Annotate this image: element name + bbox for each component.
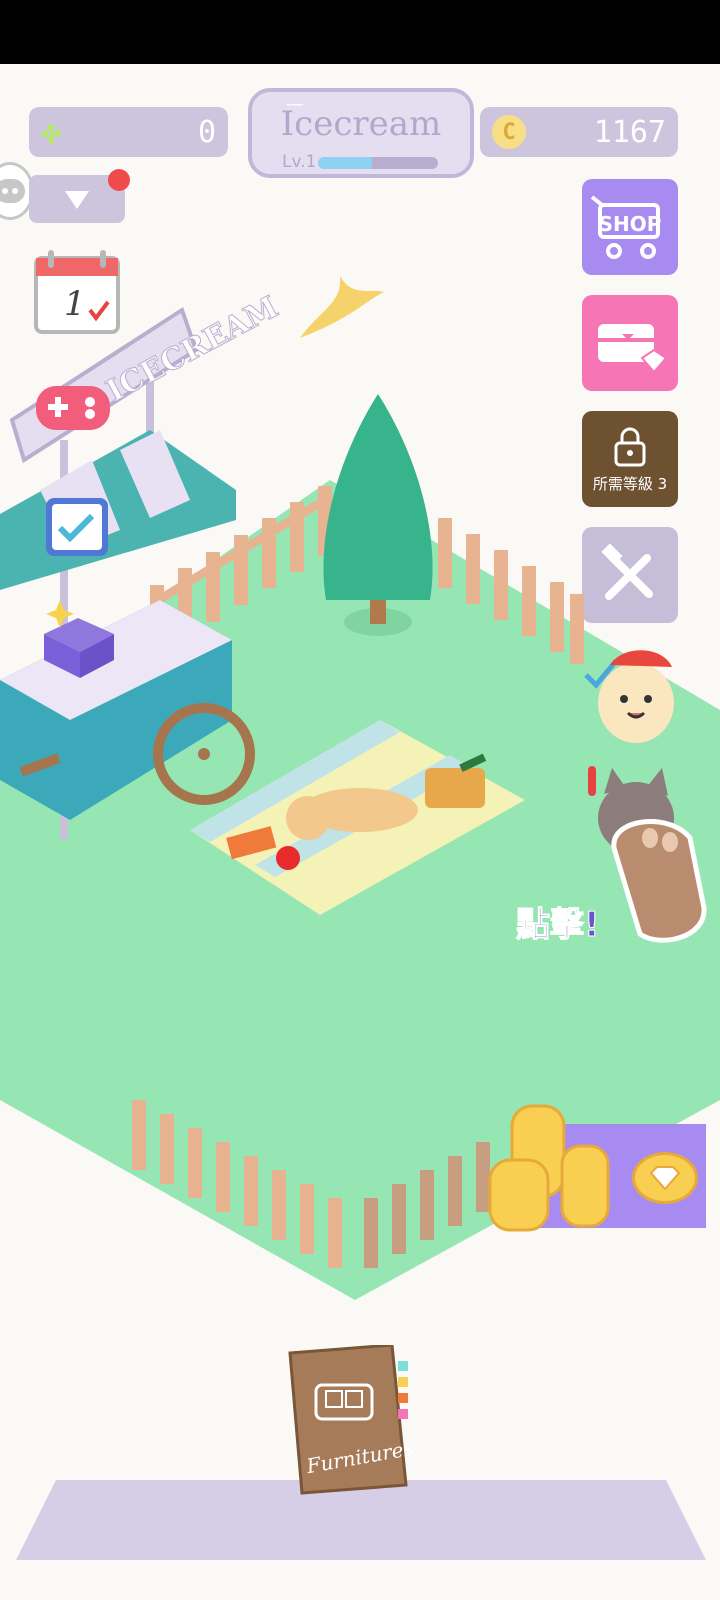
level-label: Lv.1 xyxy=(282,152,317,172)
shop-button[interactable]: SHOP xyxy=(582,179,678,275)
treasure-chest-icon xyxy=(598,324,668,374)
apple xyxy=(276,846,300,870)
quest-checklist-button[interactable] xyxy=(44,490,110,558)
notification-dot xyxy=(108,169,130,191)
clover-counter: ✤ 0 xyxy=(29,107,228,157)
paw-pointer xyxy=(611,819,707,943)
pine-tree xyxy=(323,394,433,636)
notebook-icon xyxy=(288,1343,408,1495)
coin-icon: C xyxy=(492,115,526,149)
level-progress-bar xyxy=(318,157,438,169)
diamond-icon xyxy=(649,1166,681,1191)
coin-count: 1167 xyxy=(593,114,666,150)
shop-name: Icecream xyxy=(280,104,442,144)
status-bar xyxy=(0,0,720,64)
furniture-book-button[interactable]: Furnitures xyxy=(280,1343,415,1495)
coin-stack-icon xyxy=(488,1104,610,1232)
gift-box-icon xyxy=(44,600,114,678)
minigame-button[interactable] xyxy=(34,378,114,438)
coin-counter: C 1167 xyxy=(480,107,678,157)
dog-customer-icon xyxy=(584,650,674,743)
diamond-coin-button[interactable] xyxy=(632,1152,698,1204)
gift-box-button[interactable] xyxy=(38,594,120,680)
mask-icon xyxy=(0,179,25,203)
customer-dog-avatar[interactable] xyxy=(582,645,678,755)
banana-peel[interactable] xyxy=(292,268,388,346)
clover-count: 0 xyxy=(197,114,216,150)
shop-title-plate[interactable]: — Icecream Lv.1 xyxy=(248,88,474,178)
tap-hint-text: 點擊! xyxy=(516,905,601,946)
gamepad-icon xyxy=(36,386,110,430)
shop-button-label: SHOP xyxy=(598,212,662,236)
level-progress-fill xyxy=(318,157,372,169)
clover-icon: ✤ xyxy=(41,112,62,152)
chest-button[interactable] xyxy=(582,295,678,391)
checklist-icon xyxy=(46,498,108,556)
